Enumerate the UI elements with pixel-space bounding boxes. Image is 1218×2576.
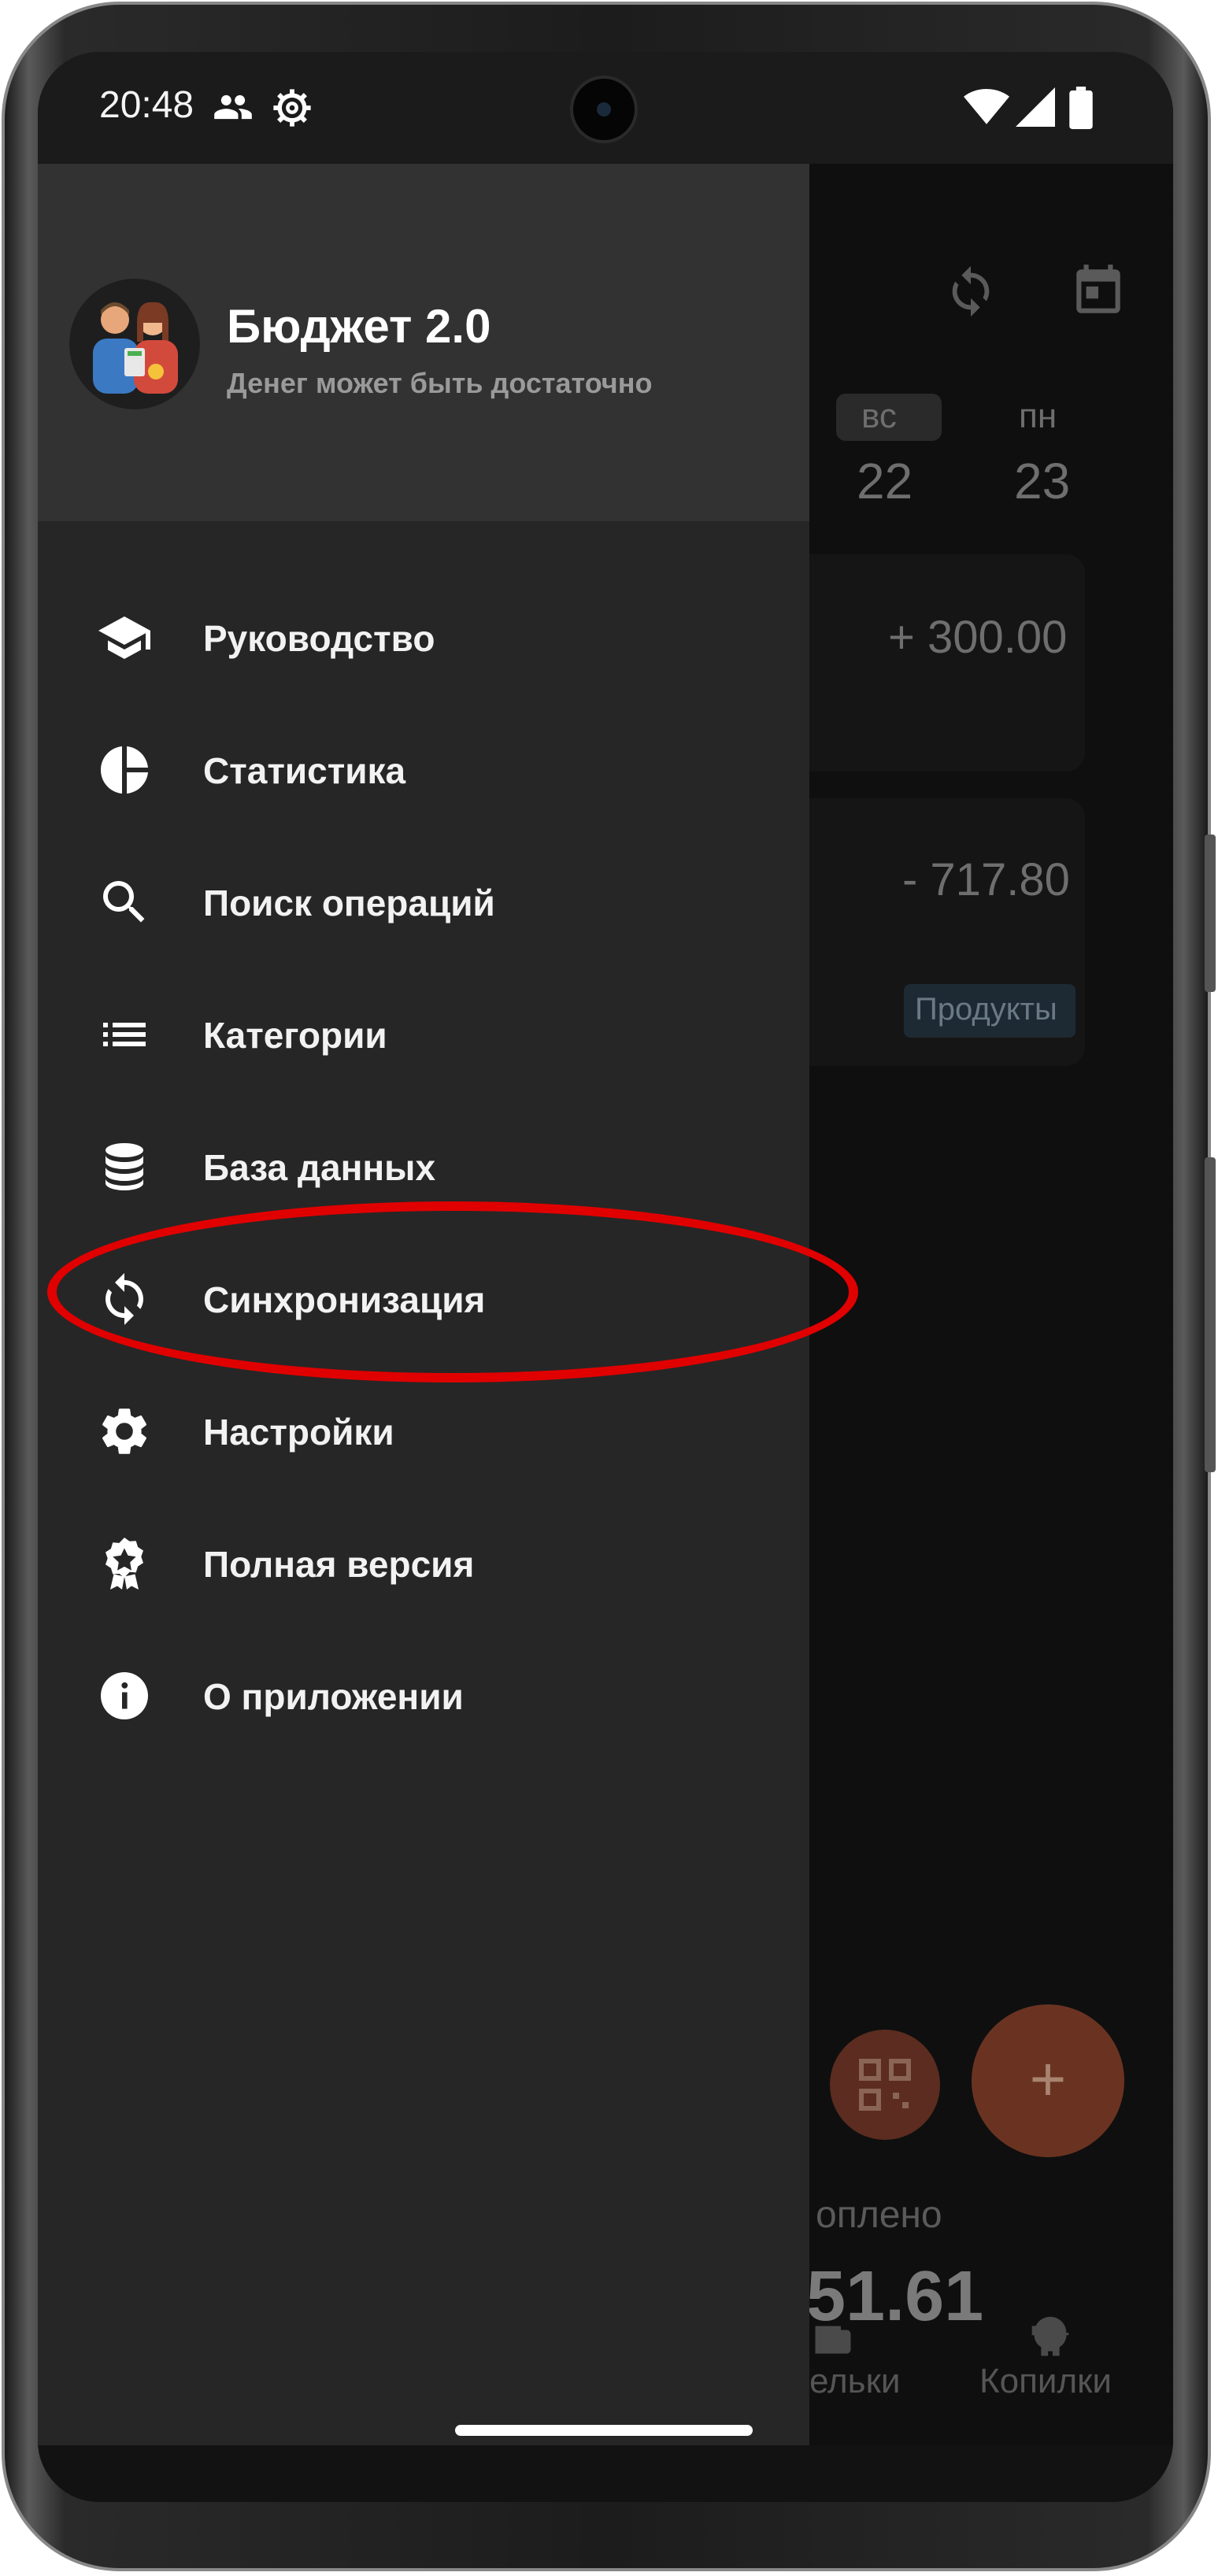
category-label: Продукты: [915, 992, 1057, 1027]
menu-item-label: Руководство: [203, 618, 435, 659]
menu-item-statistics[interactable]: Статистика: [38, 704, 809, 836]
graduation-cap-icon: [98, 616, 150, 659]
front-camera: [570, 76, 638, 143]
database-icon: [106, 1143, 143, 1190]
transaction-amount: + 300.00: [888, 612, 1068, 663]
add-operation-button[interactable]: +: [972, 2004, 1124, 2157]
status-bar: 20:48: [38, 52, 1173, 164]
date-label[interactable]: 22: [857, 452, 913, 510]
settings-icon: [102, 1408, 147, 1454]
gear-icon: [273, 89, 311, 127]
highlight-annotation: [47, 1201, 858, 1382]
bottom-nav-label[interactable]: ельки: [809, 2362, 900, 2401]
pie-chart-icon: [101, 746, 148, 794]
menu-item-label: Статистика: [203, 750, 406, 791]
piggy-bank-icon: [1031, 2316, 1069, 2356]
status-time: 20:48: [99, 84, 194, 126]
menu-item-label: Поиск операций: [203, 883, 495, 923]
wifi-icon: [964, 89, 1009, 124]
battery-icon: [1069, 87, 1093, 129]
menu-item-settings[interactable]: Настройки: [38, 1365, 809, 1497]
list-icon: [103, 1023, 146, 1046]
balance-label: оплено: [816, 2194, 942, 2236]
bottom-nav-label[interactable]: Копилки: [979, 2362, 1112, 2401]
award-icon: [106, 1538, 143, 1590]
menu-item-about[interactable]: О приложении: [38, 1630, 809, 1762]
app-avatar: [69, 279, 200, 409]
wallet-icon: [815, 2326, 851, 2354]
sync-icon[interactable]: [943, 260, 998, 323]
signal-icon: [1016, 87, 1055, 127]
weekday-label: вс: [861, 397, 897, 435]
search-icon: [103, 881, 145, 923]
menu-item-label: О приложении: [203, 1676, 464, 1717]
qr-scan-button[interactable]: [830, 2030, 940, 2140]
qr-code-icon: [859, 2059, 911, 2111]
calendar-icon[interactable]: [1069, 260, 1127, 323]
app-subtitle: Денег может быть достаточно: [227, 367, 653, 399]
menu-item-label: Категории: [203, 1015, 387, 1056]
menu-item-guide[interactable]: Руководство: [38, 572, 809, 704]
power-button: [1205, 1157, 1216, 1472]
menu-item-search[interactable]: Поиск операций: [38, 836, 809, 968]
screen: вс пн 22 23 + 300.00 - 717.80 Продукты +…: [38, 52, 1173, 2502]
menu-item-label: Полная версия: [203, 1544, 475, 1585]
transaction-amount: - 717.80: [902, 854, 1070, 905]
menu-item-label: Настройки: [203, 1412, 394, 1453]
date-label[interactable]: 23: [1014, 452, 1070, 510]
home-gesture-pill[interactable]: [455, 2425, 753, 2436]
family-logo: [93, 302, 178, 394]
app-title: Бюджет 2.0: [227, 300, 491, 353]
menu-item-full-version[interactable]: Полная версия: [38, 1497, 809, 1630]
volume-button: [1205, 835, 1216, 992]
weekday-label: пн: [1019, 397, 1057, 435]
system-nav-bar: [38, 2445, 1173, 2502]
menu-item-label: База данных: [203, 1147, 436, 1188]
people-icon: [214, 94, 252, 120]
menu-item-categories[interactable]: Категории: [38, 968, 809, 1101]
info-icon: [101, 1672, 148, 1719]
